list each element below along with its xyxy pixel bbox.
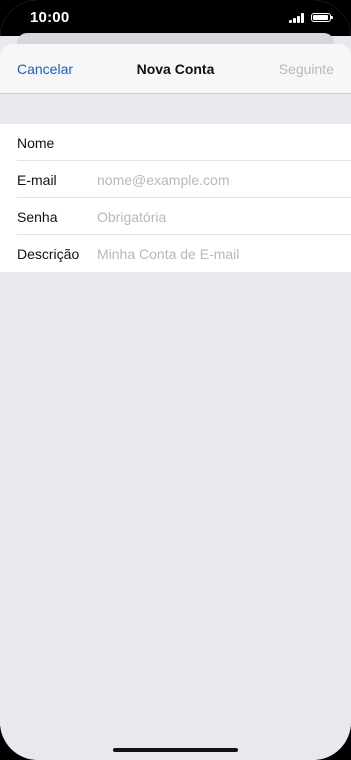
password-row: Senha: [0, 198, 351, 235]
description-field[interactable]: [97, 242, 337, 265]
new-account-sheet: Cancelar Nova Conta Seguinte Nome E-mail…: [0, 44, 351, 760]
description-row: Descrição: [0, 235, 351, 272]
cellular-signal-icon: [289, 13, 305, 23]
email-row: E-mail: [0, 161, 351, 198]
home-indicator[interactable]: [113, 748, 238, 752]
password-label: Senha: [17, 208, 58, 225]
navigation-bar: Cancelar Nova Conta Seguinte: [0, 44, 351, 94]
battery-icon: [311, 13, 333, 22]
account-form: Nome E-mail Senha Descrição: [0, 124, 351, 272]
name-row: Nome: [0, 124, 351, 161]
screen: 10:00 Cancelar Nova Conta Seguinte Nome: [0, 0, 351, 760]
password-field[interactable]: [97, 205, 337, 228]
email-label: E-mail: [17, 171, 57, 188]
status-time: 10:00: [30, 9, 70, 26]
description-label: Descrição: [17, 245, 80, 262]
email-field[interactable]: [97, 168, 337, 191]
next-button[interactable]: Seguinte: [279, 61, 334, 77]
status-bar: 10:00: [0, 0, 351, 36]
name-label: Nome: [17, 134, 55, 151]
phone-frame: 10:00 Cancelar Nova Conta Seguinte Nome: [0, 0, 351, 760]
notch: [88, 0, 263, 26]
name-field[interactable]: [97, 131, 337, 154]
